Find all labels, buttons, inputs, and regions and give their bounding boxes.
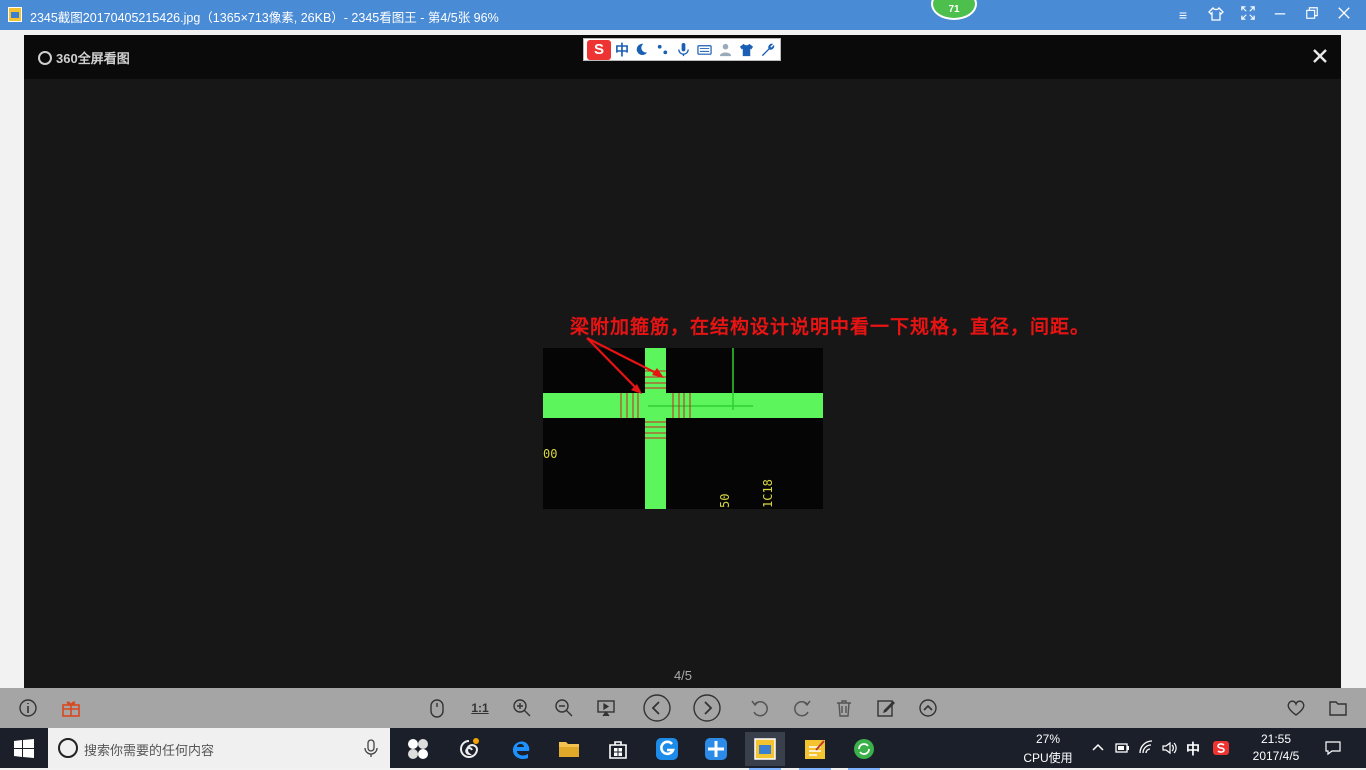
volume-icon[interactable]: [1161, 740, 1177, 756]
chevron-left-icon: [643, 694, 671, 722]
window-titlebar: 2345截图20170405215426.jpg（1365×713像素, 26K…: [0, 0, 1366, 30]
minimize-icon[interactable]: [1271, 6, 1289, 24]
rotate-left-icon: [751, 700, 768, 717]
battery-icon[interactable]: [1114, 740, 1130, 756]
wrench-icon[interactable]: [759, 41, 776, 58]
actual-size-button[interactable]: 1:1: [468, 696, 492, 720]
clock-date[interactable]: 2017/4/5: [1244, 749, 1308, 763]
cad-label-mid: 50: [718, 494, 732, 508]
cad-label-right: 1C18: [761, 479, 775, 508]
rotate-right-icon: [794, 700, 811, 717]
menu-icon[interactable]: ≡: [1174, 6, 1192, 24]
open-folder-button[interactable]: [1326, 696, 1350, 720]
clock-time[interactable]: 21:55: [1244, 732, 1308, 746]
taskbar-app-explorer[interactable]: [549, 732, 589, 766]
next-image-button[interactable]: [692, 693, 722, 723]
punctuation-icon[interactable]: [654, 41, 671, 58]
taskbar-app-browser[interactable]: [647, 732, 687, 766]
tray-overflow-icon[interactable]: [1090, 740, 1106, 756]
trash-icon: [837, 700, 851, 717]
windows-start-icon[interactable]: [13, 738, 35, 760]
pinwheel-icon: [408, 739, 428, 759]
taskbar-app-swirl[interactable]: [449, 732, 489, 766]
cpu-label: CPU使用: [1023, 751, 1073, 765]
taskbar-search[interactable]: 搜索你需要的任何内容: [48, 728, 390, 768]
cad-label-left: 00: [543, 447, 557, 461]
rotate-right-button[interactable]: [790, 696, 814, 720]
delete-button[interactable]: [832, 696, 856, 720]
swirl-icon: [460, 738, 479, 758]
taskbar-app-pinwheel[interactable]: [398, 732, 438, 766]
annotation-text: 梁附加箍筋，在结构设计说明中看一下规格，直径，间距。: [570, 316, 1091, 338]
info-icon: [19, 699, 37, 717]
skin-icon[interactable]: [1207, 6, 1225, 24]
taskbar-app-green[interactable]: [844, 732, 884, 770]
actual-size-label: 1:1: [471, 701, 489, 715]
notes-icon: [805, 740, 825, 759]
zoom-out-button[interactable]: [552, 696, 576, 720]
rotate-left-button[interactable]: [748, 696, 772, 720]
wifi-icon[interactable]: [1138, 740, 1154, 756]
close-window-icon[interactable]: [1335, 6, 1353, 24]
image-viewer-icon: [754, 738, 776, 760]
taskbar-app-notes[interactable]: [795, 732, 835, 770]
user-icon[interactable]: [717, 41, 734, 58]
edit-button[interactable]: [874, 696, 898, 720]
expand-button[interactable]: [916, 696, 940, 720]
ime-toolbar[interactable]: S 中: [583, 38, 781, 61]
cortana-icon: [58, 738, 78, 758]
slideshow-button[interactable]: [594, 696, 618, 720]
window-title: 2345截图20170405215426.jpg（1365×713像素, 26K…: [30, 11, 499, 25]
zoom-out-icon: [555, 699, 573, 717]
taskbar-app-2345-viewer[interactable]: [745, 732, 785, 770]
sogou-ime-icon[interactable]: [1213, 740, 1229, 756]
slideshow-icon: [597, 700, 615, 717]
windows-taskbar: 搜索你需要的任何内容 27% CPU使用 中 21:55 2017/4/5: [0, 728, 1366, 770]
notification-icon[interactable]: [1325, 740, 1341, 756]
g-browser-icon: [656, 738, 678, 760]
store-icon: [609, 741, 627, 759]
edit-icon: [877, 700, 895, 717]
gift-button[interactable]: [59, 696, 83, 720]
cpu-percent: 27%: [1035, 732, 1061, 746]
ime-language-toggle[interactable]: 中: [615, 40, 629, 60]
restore-icon[interactable]: [1303, 6, 1321, 24]
ime-logo-icon[interactable]: S: [587, 39, 611, 60]
taskbar-app-pinwheel-blue[interactable]: [696, 732, 736, 766]
previous-image-button[interactable]: [642, 693, 672, 723]
blue-app-icon: [705, 738, 727, 760]
zoom-in-icon: [513, 699, 531, 717]
brand-logo-icon: [38, 51, 52, 65]
page-counter: 4/5: [673, 668, 693, 683]
mouse-mode-button[interactable]: [425, 696, 449, 720]
mouse-icon: [430, 699, 444, 718]
moon-icon[interactable]: [633, 41, 650, 58]
score-badge[interactable]: 71: [931, 0, 977, 20]
microphone-icon[interactable]: [362, 738, 380, 758]
viewer-brand: 360全屏看图: [38, 48, 130, 67]
favorite-button[interactable]: [1284, 696, 1308, 720]
green-refresh-icon: [854, 739, 874, 759]
edge-icon: [512, 741, 530, 759]
heart-icon: [1287, 700, 1305, 716]
gift-icon: [62, 701, 80, 717]
viewer-toolbar: 1:1: [0, 688, 1366, 728]
info-button[interactable]: [16, 696, 40, 720]
taskbar-app-edge[interactable]: [501, 732, 541, 766]
close-viewer-button[interactable]: [1309, 45, 1331, 67]
keyboard-icon[interactable]: [696, 41, 713, 58]
chevron-right-icon: [693, 694, 721, 722]
taskbar-app-store[interactable]: [598, 732, 638, 766]
ime-indicator[interactable]: 中: [1184, 739, 1202, 759]
zoom-in-button[interactable]: [510, 696, 534, 720]
search-placeholder: 搜索你需要的任何内容: [84, 743, 215, 758]
app-icon: [8, 7, 22, 22]
chevron-up-icon: [919, 699, 937, 717]
folder-icon: [559, 742, 579, 757]
fullscreen-icon[interactable]: [1239, 6, 1257, 24]
folder-icon: [1329, 701, 1347, 716]
annotation-arrows: [586, 337, 664, 394]
skin-shirt-icon[interactable]: [738, 41, 755, 58]
microphone-icon[interactable]: [675, 41, 692, 58]
